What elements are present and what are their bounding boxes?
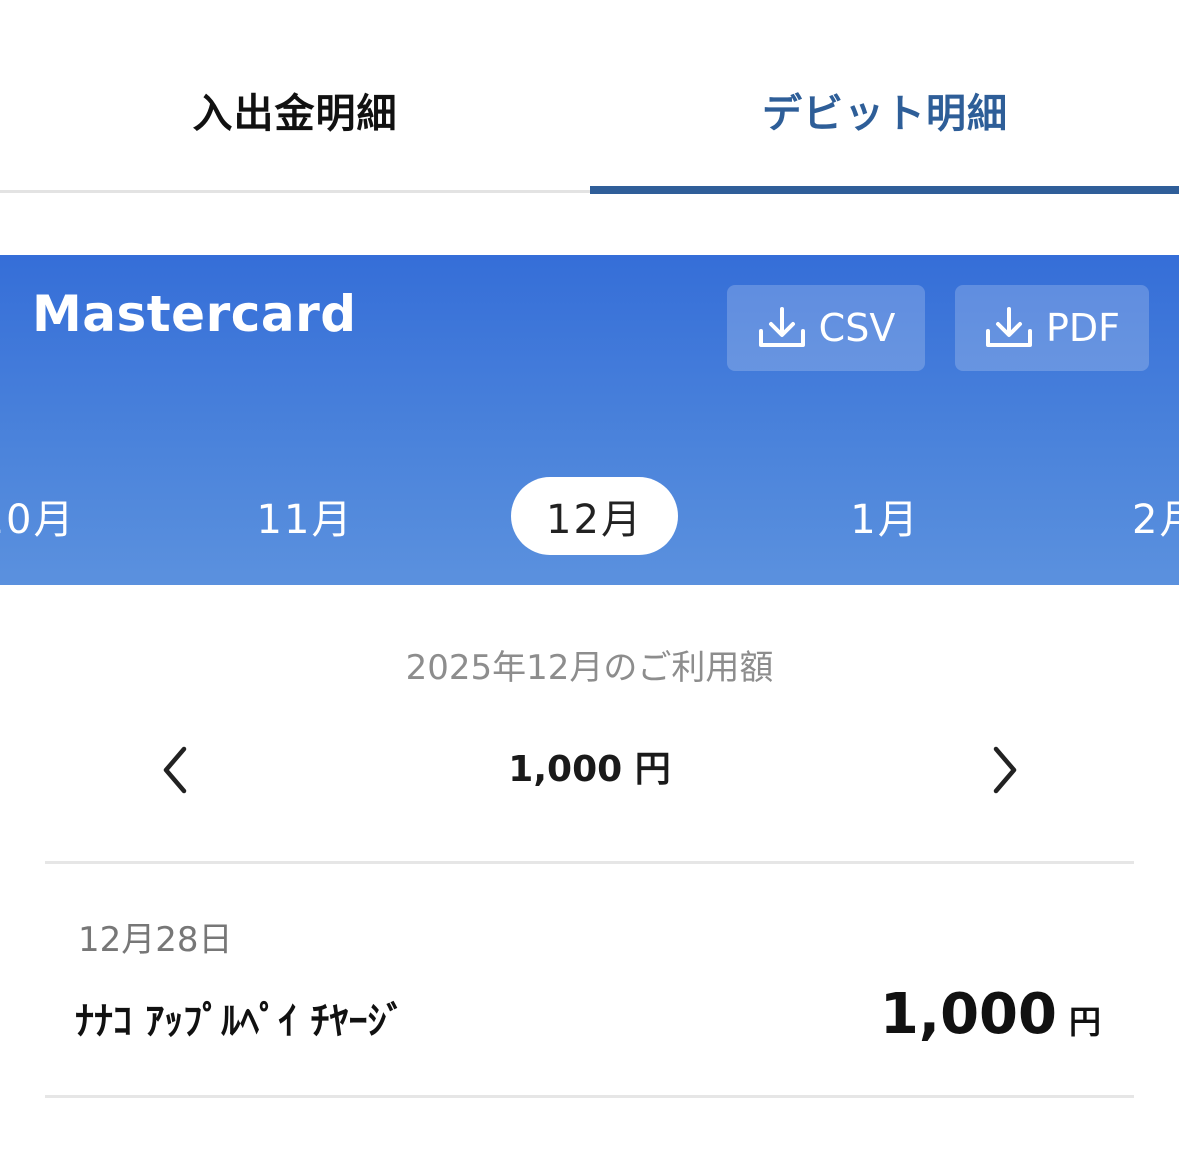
download-icon [985, 307, 1032, 347]
month-tab-february[interactable]: 2月 [1132, 477, 1179, 555]
month-tab-december-selected[interactable]: 12月 [511, 477, 678, 555]
transaction-amount-value: 1,000 [879, 982, 1057, 1047]
debit-statement-page: 入出金明細 デビット明細 Mastercard CSV PDF 10月 11月 … [0, 0, 1179, 1152]
divider [45, 861, 1134, 864]
chevron-right-icon [993, 746, 1017, 794]
tab-debit-statement[interactable]: デビット明細 [590, 60, 1179, 160]
card-header: Mastercard CSV PDF 10月 11月 12月 1月 2月 [0, 255, 1179, 585]
csv-download-button[interactable]: CSV [727, 285, 925, 371]
tab-deposit-withdrawal[interactable]: 入出金明細 [0, 60, 590, 160]
pdf-download-button[interactable]: PDF [955, 285, 1149, 371]
transaction-amount: 1,000 円 [880, 982, 1101, 1047]
month-tab-january[interactable]: 1月 [830, 477, 940, 555]
transaction-date: 12月28日 [78, 920, 233, 960]
pdf-label: PDF [1045, 306, 1121, 350]
next-month-button[interactable] [985, 740, 1025, 800]
usage-period-label: 2025年12月のご利用額 [405, 648, 774, 688]
csv-label: CSV [818, 306, 896, 350]
month-tab-october[interactable]: 10月 [0, 477, 82, 555]
download-icon [758, 307, 805, 347]
tab-bar: 入出金明細 デビット明細 [0, 0, 1179, 195]
card-brand-title: Mastercard [32, 285, 357, 343]
month-tab-november[interactable]: 11月 [250, 477, 360, 555]
divider [45, 1095, 1134, 1098]
transaction-amount-unit: 円 [1068, 1003, 1101, 1041]
transaction-merchant[interactable]: ﾅﾅｺ ｱｯﾌﾟﾙﾍﾟｲ ﾁﾔｰｼﾞ [75, 990, 405, 1045]
active-tab-indicator [590, 186, 1179, 194]
